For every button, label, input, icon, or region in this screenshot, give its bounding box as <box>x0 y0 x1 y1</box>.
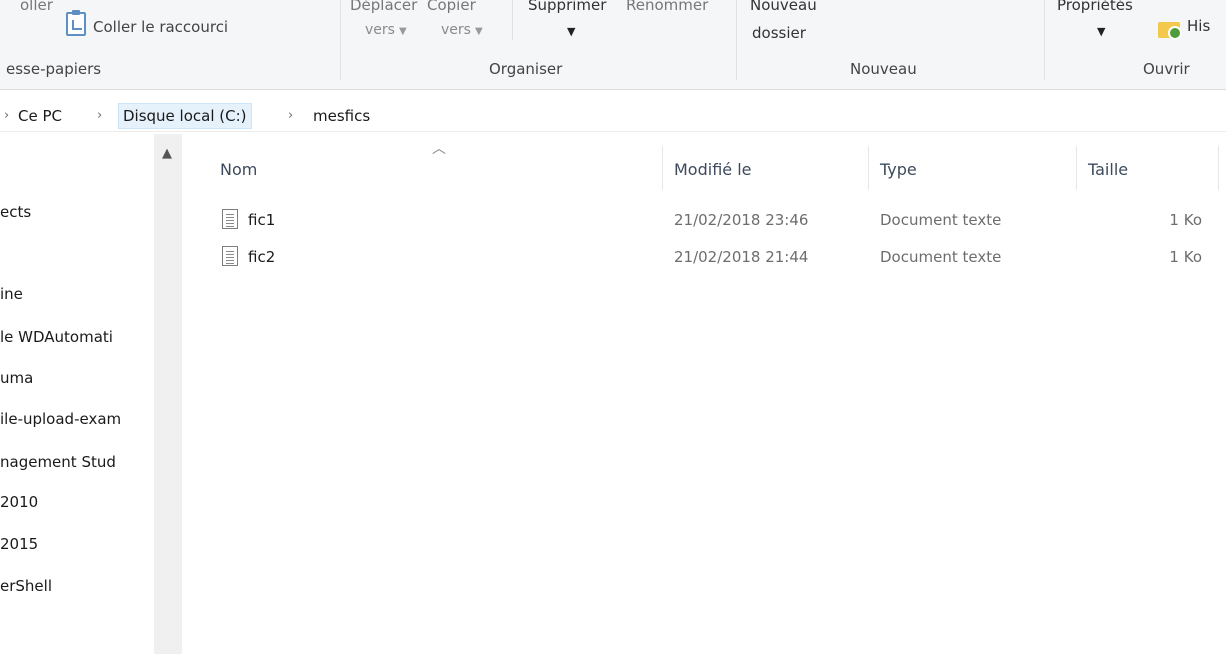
file-row[interactable]: fic2 21/02/2018 21:44 Document texte 1 K… <box>218 244 1208 270</box>
ribbon: oller Coller le raccourci esse-papiers D… <box>0 0 1226 90</box>
renommer-button[interactable]: Renommer <box>626 0 708 14</box>
proprietes-dropdown-icon[interactable]: ▼ <box>1097 25 1105 38</box>
chevron-right-icon[interactable]: › <box>97 104 102 128</box>
coller-raccourci-button[interactable]: Coller le raccourci <box>93 18 228 36</box>
organiser-group-label: Organiser <box>489 60 563 78</box>
file-size: 1 Ko <box>1169 211 1202 229</box>
file-name[interactable]: fic1 <box>248 207 275 233</box>
history-icon <box>1158 18 1184 40</box>
nouveau-dossier-button[interactable]: dossier <box>752 24 806 42</box>
nav-item[interactable]: ine <box>0 282 154 306</box>
address-bar[interactable]: › Ce PC › Disque local (C:) › mesfics <box>0 98 1226 132</box>
proprietes-button[interactable]: Propriétés <box>1057 0 1133 14</box>
nav-item[interactable]: 2015 <box>0 532 154 556</box>
group-divider <box>1044 0 1045 80</box>
dropdown-arrow-icon: ▼ <box>474 26 483 37</box>
file-name[interactable]: fic2 <box>248 244 275 270</box>
column-header-name[interactable]: Nom <box>220 154 257 186</box>
supprimer-dropdown-icon[interactable]: ▼ <box>567 25 575 38</box>
chevron-right-icon[interactable]: › <box>288 104 293 128</box>
deplacer-label-top[interactable]: Déplacer <box>350 0 417 14</box>
copier-label-top[interactable]: Copier <box>427 0 476 14</box>
scroll-up-icon[interactable]: ▲ <box>162 146 172 161</box>
file-row[interactable]: fic1 21/02/2018 23:46 Document texte 1 K… <box>218 207 1208 233</box>
column-divider[interactable] <box>868 146 869 190</box>
nav-item[interactable]: erShell <box>0 574 154 598</box>
historique-button[interactable]: His <box>1187 17 1210 35</box>
group-divider <box>340 0 341 80</box>
nouveau-dossier-label-top[interactable]: Nouveau <box>750 0 817 14</box>
column-header-type[interactable]: Type <box>880 154 917 186</box>
text-file-icon <box>222 246 238 266</box>
column-divider[interactable] <box>662 146 663 190</box>
file-type: Document texte <box>880 211 1002 229</box>
clipboard-group-label: esse-papiers <box>6 60 102 78</box>
breadcrumb-disque-local[interactable]: Disque local (C:) <box>118 103 252 129</box>
file-modified: 21/02/2018 21:44 <box>674 248 809 266</box>
copier-vers-button[interactable]: vers ▼ <box>441 22 483 38</box>
deplacer-vers-button[interactable]: vers ▼ <box>365 22 407 38</box>
column-header-size[interactable]: Taille <box>1088 154 1128 186</box>
paste-shortcut-icon <box>66 10 86 36</box>
nav-item[interactable]: uma <box>0 366 154 390</box>
nav-item[interactable]: ile-upload-exam <box>0 407 154 431</box>
breadcrumb-ce-pc[interactable]: Ce PC <box>18 104 62 128</box>
file-list: ︿ Nom Modifié le Type Taille fic1 21/02/… <box>182 134 1226 654</box>
ouvrir-group-label: Ouvrir <box>1143 60 1190 78</box>
nav-item[interactable]: le WDAutomati <box>0 325 154 349</box>
text-file-icon <box>222 209 238 229</box>
file-size: 1 Ko <box>1169 248 1202 266</box>
nav-scrollbar[interactable] <box>154 134 182 654</box>
group-divider <box>736 0 737 80</box>
nouveau-group-label: Nouveau <box>850 60 917 78</box>
nav-item[interactable]: ects <box>0 200 154 224</box>
file-type: Document texte <box>880 248 1002 266</box>
sort-ascending-icon: ︿ <box>432 141 446 157</box>
supprimer-button[interactable]: Supprimer <box>528 0 606 14</box>
chevron-right-icon[interactable]: › <box>4 104 9 128</box>
breadcrumb-mesfics[interactable]: mesfics <box>313 104 370 128</box>
group-divider <box>512 0 513 40</box>
column-header-modified[interactable]: Modifié le <box>674 154 752 186</box>
nav-item[interactable]: 2010 <box>0 490 154 514</box>
column-divider[interactable] <box>1218 146 1219 190</box>
nav-item[interactable]: nagement Stud <box>0 450 154 474</box>
column-divider[interactable] <box>1076 146 1077 190</box>
coller-button-partial[interactable]: oller <box>20 0 53 14</box>
dropdown-arrow-icon: ▼ <box>398 26 407 37</box>
navigation-pane: ects ine le WDAutomati uma ile-upload-ex… <box>0 134 182 654</box>
address-divider <box>0 131 1226 132</box>
file-modified: 21/02/2018 23:46 <box>674 211 809 229</box>
